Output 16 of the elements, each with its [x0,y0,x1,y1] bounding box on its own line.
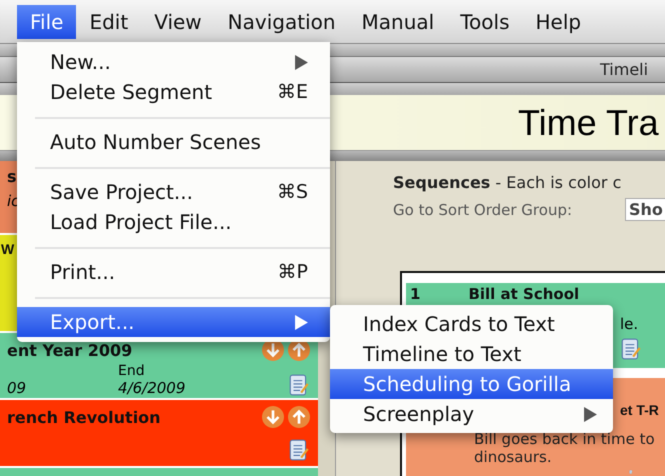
sequence-number: 1 [410,285,420,303]
window-title: Timeli [600,60,648,79]
end-date: 4/6/2009 [118,379,186,397]
event-title: ent Year 2009 [7,340,132,360]
event-title: rench Revolution [7,408,161,426]
event-title: s [7,167,17,186]
event-title: W [1,241,14,257]
sequences-description: Sequences - Each is color c [393,173,622,192]
header-title: Time Tra [518,102,659,143]
sequence-text: Bill goes back in time to dinosaurs. [474,430,656,466]
sequence-title: Bill at School [468,285,580,303]
sort-group-label: Go to Sort Order Group: [393,200,574,218]
start-date: 09 [7,379,28,397]
end-label: End [118,363,146,379]
sequence-title: et T-R [620,402,659,418]
sequence-text: le. [620,315,638,333]
